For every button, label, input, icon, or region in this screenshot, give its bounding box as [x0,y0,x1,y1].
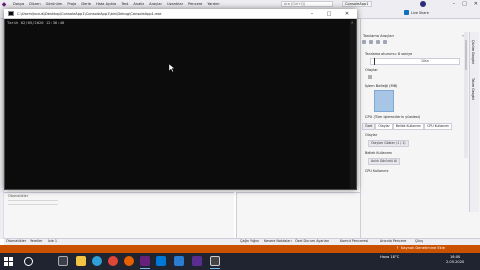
timeline-label: 10sn [421,59,429,63]
timeline-marker [374,58,375,65]
console-app-icon [8,11,14,16]
memory-section-label: İşlem Belleği (MB) [365,84,398,88]
firefox-browser-icon[interactable] [124,256,134,266]
settings-icon[interactable] [362,40,366,44]
show-events-button[interactable]: Olayları Göster (1 / 1) [368,140,409,147]
console-window[interactable] [4,9,357,190]
tab-cpu-usage[interactable]: CPU Kullanımı [424,123,453,130]
events-section-label: Olaylar [365,68,378,72]
tab-call-stack[interactable]: Çağrı Yığını [240,239,259,243]
minimize-icon[interactable]: – [453,1,456,7]
arrow-up-icon: ↑ [396,246,400,250]
taskbar-clock[interactable]: 16:00 2.05.2020 [446,255,464,265]
tab-autos[interactable]: Otomatikler [6,239,26,243]
menu-file[interactable]: Dosya [13,2,24,6]
word-icon[interactable] [174,256,184,266]
take-snapshot-button[interactable]: Anlık Görüntü Al [368,158,400,165]
side-tab-team-explorer[interactable]: Takım Gezgini [471,78,475,100]
close-icon[interactable]: ✕ [474,1,478,7]
menu-test[interactable]: Test [121,2,128,6]
live-share-label: Live Share [411,10,429,15]
autos-row [8,200,58,201]
tab-output[interactable]: Çıkış [415,239,423,243]
user-avatar[interactable] [420,1,426,7]
diagnostic-toolbar [362,40,462,45]
menu-window[interactable]: Pencere [188,2,202,6]
scroll-up-icon[interactable]: ▲ [351,20,353,24]
search-icon[interactable] [24,257,33,266]
vs-search-input[interactable]: Ara (Ctrl+Q) [281,1,333,7]
task-view-icon[interactable] [58,256,68,266]
add-to-source-control-button[interactable]: ↑ Kaynak Denetimine Ekle [396,246,445,250]
tab-events[interactable]: Olaylar [375,123,393,130]
menu-edit[interactable]: Düzen [29,2,40,6]
console-output: Tarih 02/05/2020 12:36:40 [7,20,65,25]
console-scrollbar[interactable] [350,20,356,189]
store-icon[interactable] [156,256,166,266]
zoom-in-icon[interactable] [376,40,380,44]
tab-summary[interactable]: Özet [362,123,376,130]
menu-extensions[interactable]: Uzantılar [167,2,183,6]
diagnostic-tabs: Özet Olaylar Bellek Kullanımı CPU Kullan… [362,123,462,130]
visual-studio-logo-icon: ◆ [1,0,7,8]
select-tools-icon[interactable] [369,40,373,44]
maximize-icon[interactable]: □ [462,1,467,7]
live-share-icon [404,10,409,15]
mouse-cursor-icon [169,64,175,72]
event-marker [368,75,372,79]
tab-immediate-window[interactable]: Anında Pencere [380,239,406,243]
memory-graph [374,90,394,112]
tray-weather[interactable]: Hava 18°C [380,255,399,259]
call-stack-panel [236,192,360,238]
windows-taskbar [0,253,480,270]
tab-breakpoints[interactable]: Kesme Noktaları [264,239,292,243]
autos-panel-header: Otomatikler [8,194,29,198]
tab-exception-settings[interactable]: Özel Durum Ayarları [295,239,329,243]
clock-date: 2.05.2020 [446,260,465,264]
tab-watch1[interactable]: İzle 1 [48,239,57,243]
autos-row [8,204,58,205]
console-title: C:\Users\kucuk\Desktop\ConsoleApp1\Conso… [17,11,162,16]
menu-build[interactable]: Derle [81,2,91,6]
diagnostic-timeline[interactable] [370,58,460,65]
tab-locals[interactable]: Yereller [30,239,42,243]
solution-name-badge: ConsoleApp1 [342,1,372,7]
menu-help[interactable]: Yardım [207,2,219,6]
vs-code-icon[interactable] [192,256,202,266]
console-minimize-icon[interactable]: – [303,9,321,19]
diagnostic-tools-title: Tanılama Araçları [363,34,394,38]
summary-events-heading: Olaylar [365,133,378,137]
menu-project[interactable]: Proje [67,2,76,6]
file-explorer-icon[interactable] [76,256,86,266]
summary-memory-heading: Bellek Kullanımı [365,151,392,155]
summary-cpu-heading: CPU Kullanımı [365,169,389,173]
autos-panel [4,192,234,238]
zoom-out-icon[interactable] [383,40,387,44]
menu-tools[interactable]: Araçlar [149,2,162,6]
menu-view[interactable]: Görünüm [46,2,63,6]
menu-analyze[interactable]: Analiz [133,2,144,6]
windows-start-icon[interactable] [4,257,13,266]
console-maximize-icon[interactable]: □ [320,9,338,19]
diagnostic-scroll-thumb[interactable] [465,40,467,70]
edge-browser-icon[interactable] [92,256,102,266]
menu-debug[interactable]: Hata Ayıkla [96,2,116,6]
console-close-icon[interactable]: ✕ [338,9,356,19]
status-text: Kaynak Denetimine Ekle [401,246,445,250]
cpu-section-label: CPU (Tüm işlemcilerin yüzdesi) [365,115,421,119]
active-app-indicator [140,268,150,269]
active-app-indicator [210,268,220,269]
live-share-button[interactable]: Live Share [404,10,429,15]
visual-studio-taskbar-icon[interactable] [140,256,150,266]
side-tab-solution-explorer[interactable]: Çözüm Gezgini [471,40,475,64]
tab-memory-usage[interactable]: Bellek Kullanımı [392,123,425,130]
console-taskbar-icon[interactable] [210,256,220,266]
tab-command-window[interactable]: Komut Penceresi [340,239,368,243]
chrome-browser-icon[interactable] [108,256,118,266]
vs-menubar: ◆ Dosya Düzen Görünüm Proje Derle Hata A… [0,0,480,8]
diagnostic-session-label: Tanılama oturumu: 8 saniye [365,52,413,56]
vs-window-controls: – □ ✕ [453,0,478,8]
